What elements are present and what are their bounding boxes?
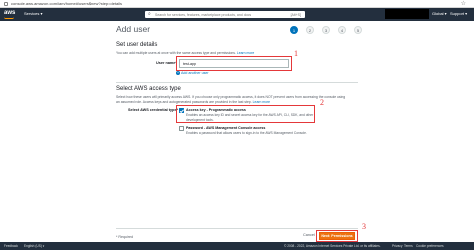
annotation-box-2 <box>176 105 315 123</box>
step-4[interactable]: 4 <box>338 26 346 34</box>
feedback-link[interactable]: Feedback <box>4 244 18 248</box>
plus-icon: + <box>176 71 180 76</box>
section-divider <box>116 82 358 83</box>
console-access-title[interactable]: Password - AWS Management Console access <box>186 126 265 130</box>
cancel-button[interactable]: Cancel <box>303 233 315 237</box>
annotation-box-3 <box>316 230 358 242</box>
learn-more-link[interactable]: Learn more <box>237 51 254 55</box>
copyright-text: © 2008 - 2022, Amazon Internet Services … <box>284 244 381 248</box>
access-type-title: Select AWS access type <box>116 86 181 92</box>
user-name-label: User name* <box>156 61 177 65</box>
access-type-learn-more-link[interactable]: Learn more <box>253 100 270 104</box>
access-type-hint-line-2: an assumed role. Access keys and autogen… <box>116 99 271 104</box>
wizard-steps: 1 2 3 4 5 <box>290 26 370 34</box>
set-user-details-hint: You can add multiple users at once with … <box>116 51 254 55</box>
add-another-user-link[interactable]: + Add another user <box>176 71 209 76</box>
console-access-desc: Enables a password that allows users to … <box>186 131 307 135</box>
console-access-checkbox[interactable] <box>179 126 184 131</box>
browser-address-bar[interactable]: console.aws.amazon.com/iam/home#/users$n… <box>0 0 474 8</box>
search-icon: ⌕ <box>148 11 151 17</box>
annotation-number-1: 1 <box>294 49 298 58</box>
language-selector[interactable]: English (US) ▾ <box>24 244 44 248</box>
annotation-number-2: 2 <box>320 98 324 107</box>
step-2[interactable]: 2 <box>306 26 314 34</box>
search-input[interactable]: ⌕ Search for services, features, marketp… <box>145 11 305 18</box>
annotation-box-1 <box>176 56 292 71</box>
support-menu[interactable]: Support ▾ <box>450 11 467 16</box>
step-1[interactable]: 1 <box>290 26 298 34</box>
set-user-details-title: Set user details <box>116 42 158 48</box>
search-placeholder: Search for services, features, marketpla… <box>155 12 252 17</box>
global-region-menu[interactable]: Global ▾ <box>432 11 447 16</box>
hint-text: You can add multiple users at once with … <box>116 51 236 55</box>
redacted-account-box <box>385 9 429 19</box>
annotation-number-3: 3 <box>362 222 366 231</box>
page-title: Add user <box>116 24 151 34</box>
cookie-preferences-link[interactable]: Cookie preferences <box>416 244 444 248</box>
terms-link[interactable]: Terms <box>404 244 413 248</box>
privacy-link[interactable]: Privacy <box>392 244 402 248</box>
address-url[interactable]: console.aws.amazon.com/iam/home#/users$n… <box>11 1 122 6</box>
access-type-hint-line-1: Select how these users will primarily ac… <box>116 95 346 99</box>
step-5[interactable]: 5 <box>354 26 362 34</box>
required-note: * Required <box>116 235 133 239</box>
lock-icon <box>4 2 8 6</box>
search-shortcut: [Alt+S] <box>290 12 301 17</box>
aws-logo[interactable]: aws <box>4 10 15 19</box>
star-icon[interactable]: ☆ <box>461 0 466 7</box>
console-footer: Feedback English (US) ▾ © 2008 - 2022, A… <box>0 242 474 250</box>
bottom-divider <box>116 228 358 229</box>
step-3[interactable]: 3 <box>322 26 330 34</box>
credential-type-label: Select AWS credential type* <box>128 108 179 112</box>
services-menu-button[interactable]: Services ▾ <box>24 11 42 16</box>
